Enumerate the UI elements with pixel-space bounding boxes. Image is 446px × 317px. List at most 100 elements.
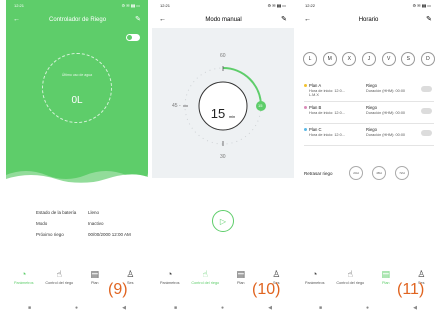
duration-unit: min xyxy=(228,114,236,119)
status-icons: ⚙ ✉ ▮▮ ▭ xyxy=(412,3,431,8)
figure-caption: (11) xyxy=(397,281,425,298)
back-icon[interactable]: ◀ xyxy=(122,305,126,311)
plan-toggle[interactable] xyxy=(421,130,432,136)
page-title: Controlador de Riego xyxy=(49,16,107,23)
page-title: Modo manual xyxy=(205,16,242,23)
delay-irrigation-row: Retrasar riego 24H 48H 72H xyxy=(304,166,434,180)
usage-ring xyxy=(42,53,112,123)
back-icon[interactable]: ◀ xyxy=(268,305,272,311)
nav-label: Parámetros xyxy=(13,281,34,285)
day-button-friday[interactable]: V xyxy=(381,52,396,66)
home-icon[interactable]: ● xyxy=(366,305,369,311)
delay-option-72h[interactable]: 72H xyxy=(395,166,409,180)
day-button-thursday[interactable]: J xyxy=(361,52,376,66)
plan-list: Plan A Hora de inicio: 12:0... L.M.X Rieg… xyxy=(304,80,434,146)
system-nav-bar: ■ ● ◀ xyxy=(152,305,294,311)
edit-icon[interactable]: ✎ xyxy=(281,16,287,23)
pie-chart-icon: ◔ xyxy=(21,269,27,279)
user-icon: ♙ xyxy=(272,269,281,279)
nav-item-control-riego[interactable]: ☝ Control del riego xyxy=(45,270,73,300)
back-arrow-icon[interactable]: ← xyxy=(304,16,311,23)
start-irrigation-button[interactable]: ▷ xyxy=(212,210,234,232)
day-button-sunday[interactable]: D xyxy=(420,52,435,66)
info-key: Modo xyxy=(36,221,48,226)
home-icon[interactable]: ● xyxy=(75,305,78,311)
status-icons: ⚙ ✉ ▮▮ ▭ xyxy=(121,3,140,8)
plan-start-time: Hora de inicio: 12:0... xyxy=(309,111,345,115)
plan-name: Plan A xyxy=(309,83,322,88)
nav-item-parametros[interactable]: ◔ Parámetros xyxy=(301,270,329,300)
recents-icon[interactable]: ■ xyxy=(28,305,31,311)
system-nav-bar: ■ ● ◀ xyxy=(297,305,439,311)
plan-item-a[interactable]: Plan A Hora de inicio: 12:0... L.M.X Rieg… xyxy=(304,80,434,102)
info-value: Lleno xyxy=(88,210,100,215)
plan-name: Plan B xyxy=(309,105,322,110)
nav-item-control-riego[interactable]: ☝ Control del riego xyxy=(191,270,219,300)
delay-label: Retrasar riego xyxy=(304,170,333,176)
screen-controlador-de-riego: 12:21 ⚙ ✉ ▮▮ ▭ ← Controlador de Riego ✎ … xyxy=(6,0,148,317)
back-arrow-icon[interactable]: ← xyxy=(13,16,20,23)
app-bar: ← Horario ✎ xyxy=(297,11,439,28)
nav-item-parametros[interactable]: ◔ Parámetros xyxy=(156,270,184,300)
nav-item-plan[interactable]: ▤ Plan xyxy=(372,270,400,300)
plan-riego-label: Riego xyxy=(366,105,377,110)
status-time: 12:22 xyxy=(305,3,316,8)
edit-icon[interactable]: ✎ xyxy=(426,16,432,23)
delay-option-48h[interactable]: 48H xyxy=(372,166,386,180)
nav-item-control-riego[interactable]: ☝ Control del riego xyxy=(336,270,364,300)
plan-item-b[interactable]: Plan B Hora de inicio: 12:0... Riego Dur… xyxy=(304,102,434,124)
delay-option-24h[interactable]: 24H xyxy=(349,166,363,180)
system-nav-bar: ■ ● ◀ xyxy=(6,305,148,311)
plan-toggle[interactable] xyxy=(421,86,432,92)
status-bar: 12:21 ⚙ ✉ ▮▮ ▭ xyxy=(6,0,148,11)
status-icons: ⚙ ✉ ▮▮ ▭ xyxy=(267,3,286,8)
nav-item-plan[interactable]: ▤ Plan xyxy=(81,270,109,300)
last-water-use-label: Último uso de agua xyxy=(61,73,93,77)
hand-icon: ☝ xyxy=(56,269,62,279)
plan-item-c[interactable]: Plan C Hora de inicio: 12:0... Riego Dur… xyxy=(304,124,434,146)
dial-mark-30: 30 xyxy=(220,154,226,160)
home-icon[interactable]: ● xyxy=(221,305,224,311)
nav-item-plan[interactable]: ▤ Plan xyxy=(227,270,255,300)
info-key: Estado de la batería xyxy=(36,210,77,215)
plan-color-dot xyxy=(304,128,307,131)
water-usage-panel: Último uso de agua 0L xyxy=(6,28,148,182)
day-button-tuesday[interactable]: M xyxy=(322,52,337,66)
status-bar: 12:22 ⚙ ✉ ▮▮ ▭ xyxy=(297,0,439,11)
info-value: 00/00/2000 12:00 AM xyxy=(88,232,131,237)
figure-caption: (9) xyxy=(108,281,128,298)
power-toggle[interactable] xyxy=(126,34,140,41)
app-bar: ← Controlador de Riego ✎ xyxy=(6,11,148,28)
nav-label: Parámetros xyxy=(159,281,180,285)
edit-icon[interactable]: ✎ xyxy=(135,16,141,23)
duration-value: 15 xyxy=(210,106,226,121)
plan-name: Plan C xyxy=(309,127,322,132)
pie-chart-icon: ◔ xyxy=(167,269,173,279)
nav-label: Control del riego xyxy=(191,281,220,285)
plan-toggle[interactable] xyxy=(421,108,432,114)
user-icon: ♙ xyxy=(126,269,135,279)
info-row-battery: Estado de la batería Lleno xyxy=(36,210,141,215)
weekday-selector: L M X J V S D xyxy=(303,52,435,66)
last-water-use-value: 0L xyxy=(71,95,83,106)
recents-icon[interactable]: ■ xyxy=(174,305,177,311)
plan-riego-label: Riego xyxy=(366,83,377,88)
calendar-icon: ▤ xyxy=(236,269,245,279)
plan-duration: Duración (HHM): 00:00 xyxy=(366,133,406,137)
day-button-monday[interactable]: L xyxy=(303,52,317,66)
timer-dial-panel: 60 45 - 30 15 15 min xyxy=(152,28,294,178)
plan-start-time: Hora de inicio: 12:0... xyxy=(309,133,345,137)
plan-days: L.M.X xyxy=(309,93,319,97)
recents-icon[interactable]: ■ xyxy=(319,305,322,311)
status-bar: 12:21 ⚙ ✉ ▮▮ ▭ xyxy=(152,0,294,11)
back-icon[interactable]: ◀ xyxy=(413,305,417,311)
day-button-saturday[interactable]: S xyxy=(401,52,416,66)
figure-caption: (10) xyxy=(252,281,281,298)
nav-item-parametros[interactable]: ◔ Parámetros xyxy=(10,270,38,300)
app-bar: ← Modo manual ✎ xyxy=(152,11,294,28)
day-button-wednesday[interactable]: X xyxy=(342,52,357,66)
back-arrow-icon[interactable]: ← xyxy=(159,16,166,23)
screen-modo-manual: 12:21 ⚙ ✉ ▮▮ ▭ ← Modo manual ✎ 60 45 - 3… xyxy=(152,0,294,317)
plan-color-dot xyxy=(304,106,307,109)
wave-decoration xyxy=(6,171,148,185)
